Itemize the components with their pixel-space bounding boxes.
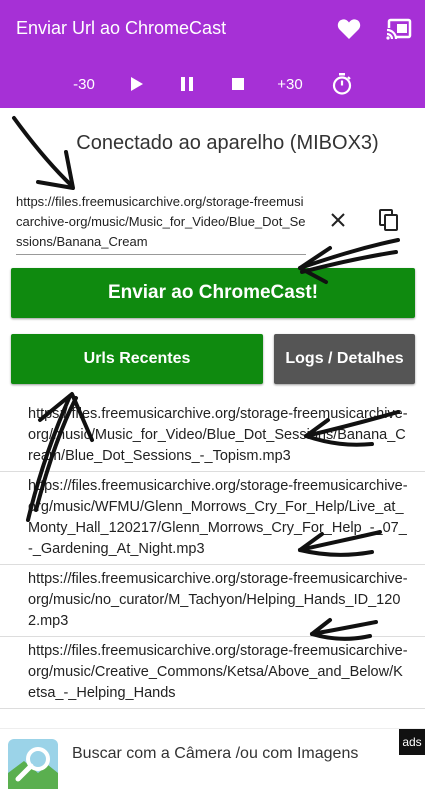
copy-icon[interactable] [374,205,404,235]
recent-urls-list: https://files.freemusicarchive.org/stora… [0,400,425,730]
stop-icon[interactable] [223,64,253,104]
playback-controls: -30 +30 [0,64,425,104]
timer-icon[interactable] [327,64,357,104]
list-item[interactable]: https://files.freemusicarchive.org/stora… [0,472,425,565]
list-item[interactable]: https://files.freemusicarchive.org/stora… [0,565,425,637]
ad-text: Buscar com a Câmera /ou com Imagens [72,745,359,762]
close-icon[interactable] [323,205,353,235]
camera-search-icon [8,739,58,789]
forward-30-button[interactable]: +30 [270,64,310,104]
list-item[interactable]: https://files.freemusicarchive.org/stora… [0,637,425,709]
play-icon[interactable] [122,64,152,104]
heart-icon[interactable] [334,14,364,44]
connection-status: Conectado ao aparelho (MIBOX3) [76,132,379,154]
list-item[interactable]: https://files.freemusicarchive.org/stora… [0,400,425,472]
rewind-30-button[interactable]: -30 [64,64,104,104]
cast-icon[interactable] [384,14,414,44]
pause-icon[interactable] [172,64,202,104]
url-input[interactable]: https://files.freemusicarchive.org/stora… [16,192,306,255]
send-to-chromecast-button[interactable]: Enviar ao ChromeCast! [11,268,415,318]
tab-logs-details[interactable]: Logs / Detalhes [274,334,415,384]
ads-badge: ads [399,729,425,755]
ad-banner[interactable]: Buscar com a Câmera /ou com Imagens ads [0,728,425,800]
app-title: Enviar Url ao ChromeCast [16,18,227,38]
tab-recent-urls[interactable]: Urls Recentes [11,334,263,384]
app-bar: Enviar Url ao ChromeCast -30 +30 [0,0,425,108]
